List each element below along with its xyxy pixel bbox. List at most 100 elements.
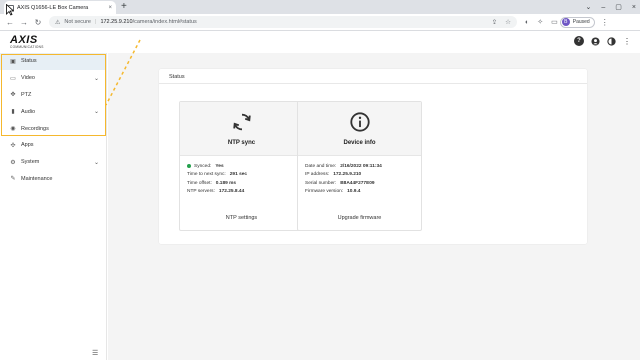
info-icon xyxy=(349,111,371,138)
new-tab-button[interactable]: + xyxy=(121,1,127,13)
status-dot-icon xyxy=(187,164,191,169)
maximize-icon[interactable]: ▢ xyxy=(615,3,622,11)
system-icon: ⚙ xyxy=(10,159,16,166)
status-panel: Status NTP sync Synced: Yes Time to next… xyxy=(159,69,587,244)
info-label: Firmware version: xyxy=(305,189,344,195)
avatar: B xyxy=(561,18,570,26)
sidebar-item-system[interactable]: ⚙ System ⌄ xyxy=(0,154,106,171)
info-label: Time offset: xyxy=(187,180,212,186)
info-value: 291 sec xyxy=(229,172,248,178)
app-header: AXIS COMMUNICATIONS ? ⋮ xyxy=(0,31,640,53)
sidebar-toggle-icon[interactable]: ▭ xyxy=(551,18,558,26)
info-value: 0.189 ms xyxy=(215,180,237,186)
info-value: 2/16/2022 09:11:34 xyxy=(340,163,382,169)
status-icon: ▣ xyxy=(10,58,16,65)
sidebar-item-ptz[interactable]: ✥ PTZ xyxy=(0,87,106,104)
puzzle-icon[interactable]: ✧ xyxy=(537,18,543,26)
contrast-icon[interactable] xyxy=(606,36,616,46)
ntp-sync-card: NTP sync Synced: Yes Time to next sync: … xyxy=(179,101,304,231)
info-row: Synced: Yes xyxy=(187,162,296,171)
info-label: Serial number: xyxy=(305,180,337,186)
tab-close-icon[interactable]: × xyxy=(108,5,112,11)
info-label: Time to next sync: xyxy=(187,172,226,178)
bookmark-star-icon[interactable]: ☆ xyxy=(505,18,511,26)
info-row: Date and time: 2/16/2022 09:11:34 xyxy=(305,162,414,171)
card-body: Date and time: 2/16/2022 09:11:34 IP add… xyxy=(298,156,421,196)
info-value: 172.25.8.44 xyxy=(218,189,245,195)
info-row: Time offset: 0.189 ms xyxy=(187,179,296,188)
address-separator: | xyxy=(95,19,97,25)
info-label: Date and time: xyxy=(305,163,337,169)
header-icons: ? ⋮ xyxy=(574,36,632,46)
info-value: 172.25.9.210 xyxy=(333,172,362,178)
minimize-icon[interactable]: – xyxy=(601,4,605,11)
sidebar-item-status[interactable]: ▣ Status xyxy=(0,53,106,70)
sidebar-item-recordings[interactable]: ◉ Recordings xyxy=(0,120,106,137)
info-label: IP address: xyxy=(305,172,330,178)
main-content: Status NTP sync Synced: Yes Time to next… xyxy=(108,53,640,360)
sidebar-item-maintenance[interactable]: ✎ Maintenance xyxy=(0,171,106,188)
ntp-settings-button[interactable]: NTP settings xyxy=(180,215,303,221)
user-icon[interactable] xyxy=(590,36,600,46)
panel-title: Status xyxy=(169,74,185,80)
window-controls: ⌄ – ▢ × xyxy=(586,0,637,14)
close-window-icon[interactable]: × xyxy=(632,4,636,11)
profile-button[interactable]: B Paused xyxy=(559,16,595,28)
sidebar-item-audio[interactable]: ▮ Audio ⌄ xyxy=(0,103,106,120)
sidebar-item-label: Recordings xyxy=(21,125,49,132)
recordings-icon: ◉ xyxy=(10,126,16,133)
audio-icon: ▮ xyxy=(11,109,15,116)
info-row: Firmware version: 10.9.4 xyxy=(305,188,414,197)
browser-menu-icon[interactable]: ⋮ xyxy=(601,18,609,27)
back-icon[interactable]: ← xyxy=(3,18,17,27)
security-label: Not secure xyxy=(64,19,91,25)
extension-icon[interactable]: ◐ xyxy=(525,19,529,26)
info-value: B8A44F277E09 xyxy=(340,180,375,186)
sidebar-item-label: Status xyxy=(21,58,37,65)
sync-icon xyxy=(231,111,253,138)
more-icon[interactable]: ⋮ xyxy=(622,36,632,46)
mouse-cursor-icon xyxy=(6,4,14,16)
info-label: NTP servers: xyxy=(187,189,215,195)
warning-icon[interactable]: ⚠ xyxy=(55,19,60,26)
card-header: Device info xyxy=(298,102,421,156)
sidebar: ▣ Status ▭ Video ⌄ ✥ PTZ ▮ Audio ⌄ ◉ Rec… xyxy=(0,53,107,360)
tab-search-icon[interactable]: ⌄ xyxy=(586,3,592,11)
sidebar-item-label: System xyxy=(21,159,40,166)
info-value: 10.9.4 xyxy=(347,189,361,195)
url-path: /camera/index.html#status xyxy=(132,19,197,25)
panel-divider xyxy=(159,83,587,84)
card-header: NTP sync xyxy=(180,102,303,156)
collapse-sidebar-icon[interactable]: ☰ xyxy=(92,349,98,357)
address-bar-actions: ⇪ ☆ xyxy=(492,18,511,26)
maintenance-icon: ✎ xyxy=(10,176,16,183)
profile-status: Paused xyxy=(572,19,590,25)
axis-logo[interactable]: AXIS COMMUNICATIONS xyxy=(10,34,44,49)
tab-title: AXIS Q1656-LE Box Camera xyxy=(17,4,89,11)
info-row: NTP servers: 172.25.8.44 xyxy=(187,188,296,197)
sidebar-item-video[interactable]: ▭ Video ⌄ xyxy=(0,70,106,87)
sidebar-item-label: Video xyxy=(21,75,35,82)
sidebar-item-label: Maintenance xyxy=(21,175,53,182)
info-row: Time to next sync: 291 sec xyxy=(187,171,296,180)
help-icon[interactable]: ? xyxy=(574,36,584,46)
extension-icons: ◐ ✧ ▭ xyxy=(525,18,558,27)
info-row: Serial number: B8A44F277E09 xyxy=(305,179,414,188)
chevron-down-icon: ⌄ xyxy=(93,159,99,166)
video-icon: ▭ xyxy=(10,75,16,82)
url-host: 172.25.9.210 xyxy=(100,19,133,25)
forward-icon[interactable]: → xyxy=(17,18,31,27)
share-icon[interactable]: ⇪ xyxy=(492,18,497,26)
card-title: NTP sync xyxy=(227,140,256,146)
info-label: Synced: xyxy=(194,163,212,169)
sidebar-item-apps[interactable]: ✣ Apps xyxy=(0,137,106,154)
ptz-icon: ✥ xyxy=(10,92,16,99)
browser-tab[interactable]: AXIS Q1656-LE Box Camera × xyxy=(4,1,116,14)
card-body: Synced: Yes Time to next sync: 291 sec T… xyxy=(180,156,303,196)
sidebar-item-label: Apps xyxy=(21,142,34,149)
upgrade-firmware-button[interactable]: Upgrade firmware xyxy=(298,215,421,221)
address-bar[interactable]: ⚠ Not secure | 172.25.9.210 /camera/inde… xyxy=(49,16,517,28)
browser-toolbar: ← → ↻ ⚠ Not secure | 172.25.9.210 /camer… xyxy=(0,14,640,31)
device-info-card: Device info Date and time: 2/16/2022 09:… xyxy=(297,101,422,231)
reload-icon[interactable]: ↻ xyxy=(31,18,45,27)
